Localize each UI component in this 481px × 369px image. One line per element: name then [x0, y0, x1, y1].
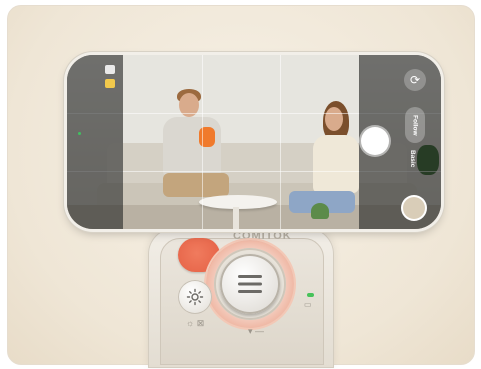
- gallery-thumbnail[interactable]: [403, 197, 425, 219]
- brightness-icon: ☼ ⊠: [186, 318, 205, 328]
- mode-basic-label: Basic: [409, 150, 416, 168]
- flash-icon[interactable]: [105, 79, 115, 88]
- battery-icon: ▭: [304, 300, 312, 309]
- mode-basic-button[interactable]: Basic: [409, 150, 416, 172]
- head: [325, 107, 343, 131]
- camera-flip-button[interactable]: ⟳: [404, 69, 426, 91]
- mode-follow-button[interactable]: Follow: [405, 107, 425, 143]
- shutter-button[interactable]: [361, 127, 389, 155]
- status-led: [307, 293, 314, 297]
- menu-button[interactable]: [220, 254, 280, 314]
- grid-toggle-icon[interactable]: [105, 65, 115, 74]
- light-button[interactable]: [178, 280, 212, 314]
- table-leg: [233, 207, 239, 229]
- menu-icon: [238, 275, 262, 293]
- camera-flip-icon: ⟳: [409, 73, 421, 87]
- sun-icon: [186, 288, 204, 306]
- phone-camera-preview: ⟳ Follow Basic: [67, 55, 441, 229]
- torso: [313, 135, 359, 193]
- status-dot: [78, 132, 81, 135]
- indicator-mark-icon: ▾ —: [248, 326, 265, 336]
- torso: [163, 117, 221, 177]
- mode-follow-label: Follow: [411, 114, 419, 136]
- plant: [311, 203, 329, 219]
- legs: [163, 173, 229, 197]
- grid-line: [280, 55, 281, 229]
- grid-line: [202, 55, 203, 229]
